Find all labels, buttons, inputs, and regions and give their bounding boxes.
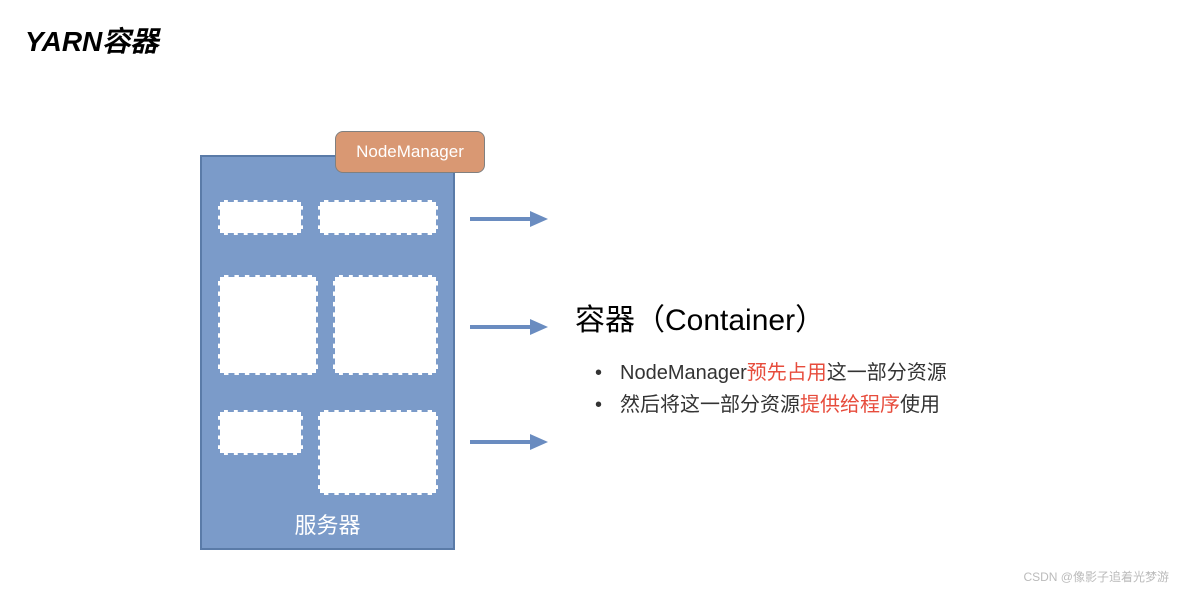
container-slot	[333, 275, 438, 375]
container-slot	[318, 200, 438, 235]
container-slot	[218, 410, 303, 455]
text: 这一部分资源	[827, 362, 947, 384]
bullet-list: NodeManager预先占用这一部分资源 然后将这一部分资源提供给程序使用	[575, 357, 947, 421]
list-item: NodeManager预先占用这一部分资源	[595, 357, 947, 389]
server-label: 服务器	[202, 508, 453, 540]
container-slot	[218, 275, 318, 375]
text: 然后将这一部分资源	[620, 394, 800, 416]
page-title: YARN容器	[25, 20, 158, 60]
container-heading: 容器（Container）	[575, 295, 947, 339]
description-panel: 容器（Container） NodeManager预先占用这一部分资源 然后将这…	[575, 295, 947, 421]
arrow-icon	[470, 315, 550, 339]
container-slot	[218, 200, 303, 235]
text: NodeManager	[620, 362, 747, 384]
list-item: 然后将这一部分资源提供给程序使用	[595, 389, 947, 421]
arrow-icon	[470, 207, 550, 231]
watermark: CSDN @像影子追着光梦游	[1023, 568, 1169, 585]
highlight-text: 提供给程序	[800, 394, 900, 416]
arrow-icon	[470, 430, 550, 454]
nodemanager-box: NodeManager	[335, 131, 485, 173]
text: 使用	[900, 394, 940, 416]
highlight-text: 预先占用	[747, 362, 827, 384]
container-slot	[318, 410, 438, 495]
